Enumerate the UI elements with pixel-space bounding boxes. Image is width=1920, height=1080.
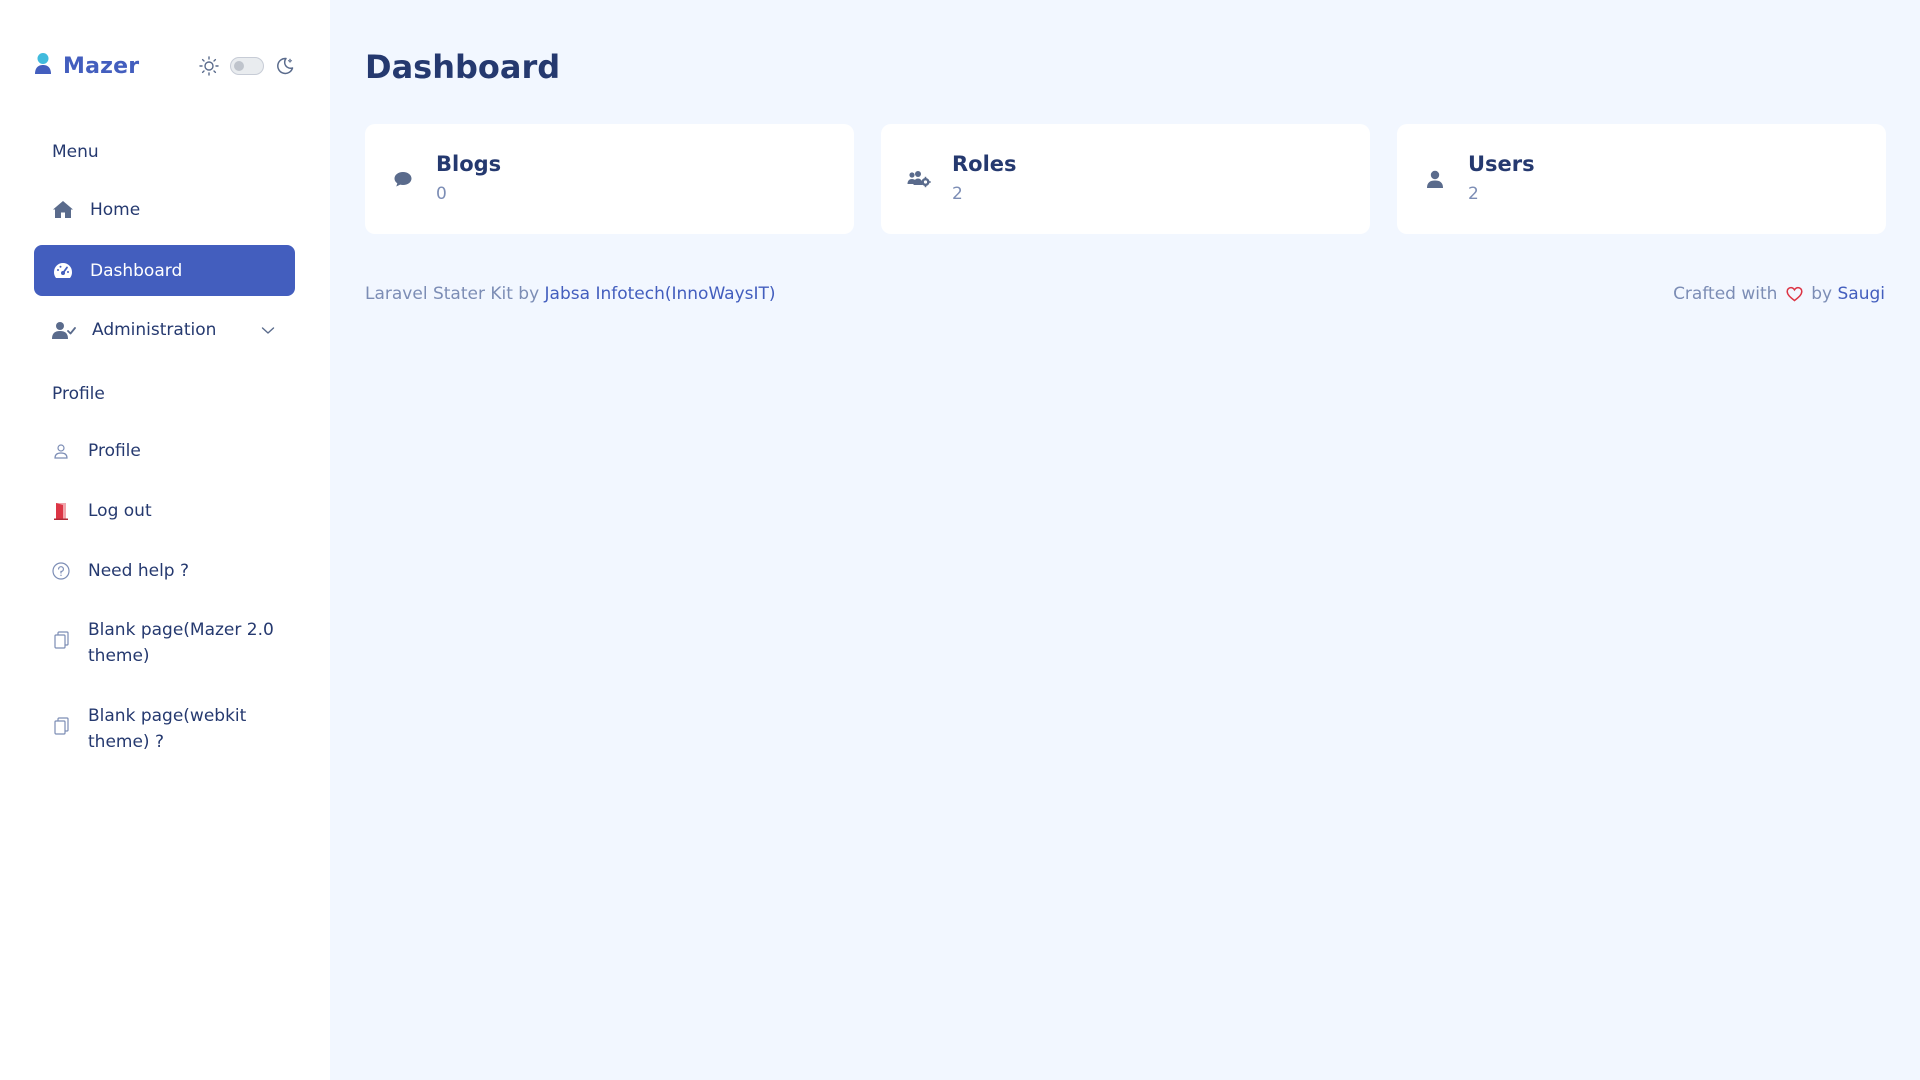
comment-icon bbox=[390, 166, 416, 192]
footer-crafted-text: Crafted with bbox=[1673, 284, 1778, 304]
user-check-icon bbox=[52, 319, 76, 341]
footer-credit-text: Laravel Stater Kit by bbox=[365, 284, 540, 304]
footer: Laravel Stater Kit by Jabsa Infotech(Inn… bbox=[365, 284, 1885, 307]
person-icon bbox=[52, 440, 70, 462]
stat-card-users: Users 2 bbox=[1397, 124, 1886, 234]
door-icon bbox=[52, 500, 70, 522]
sun-icon bbox=[198, 55, 220, 77]
sidebar-item-help[interactable]: Need help ? bbox=[34, 553, 295, 589]
chevron-down-icon[interactable] bbox=[261, 320, 275, 340]
footer-by-text: by bbox=[1811, 284, 1833, 304]
footer-company-link[interactable]: Jabsa Infotech(InnoWaysIT) bbox=[545, 284, 776, 304]
sidebar-item-blank-page-mazer[interactable]: Blank page(Mazer 2.0 theme) bbox=[34, 617, 274, 673]
sidebar-item-administration[interactable]: Administration bbox=[34, 312, 295, 348]
sidebar-item-label: Home bbox=[90, 200, 141, 220]
card-title: Roles bbox=[952, 152, 1017, 176]
sidebar-item-label: Profile bbox=[88, 441, 141, 461]
dark-mode-switch[interactable] bbox=[230, 57, 264, 75]
page-title: Dashboard bbox=[365, 48, 561, 86]
sidebar-item-profile[interactable]: Profile bbox=[34, 433, 295, 469]
speedometer-icon bbox=[52, 260, 74, 282]
question-circle-icon bbox=[52, 560, 70, 582]
card-value: 2 bbox=[952, 184, 963, 204]
user-icon bbox=[1422, 166, 1448, 192]
stat-card-roles: Roles 2 bbox=[881, 124, 1370, 234]
footer-author-link[interactable]: Saugi bbox=[1838, 284, 1886, 304]
main-content: Dashboard Blogs 0 Roles 2 Users 2 Larave… bbox=[330, 0, 1920, 1080]
brand-row: Mazer bbox=[34, 50, 296, 82]
theme-toggle bbox=[198, 55, 296, 77]
brand-name: Mazer bbox=[63, 53, 140, 79]
section-title-profile: Profile bbox=[52, 384, 105, 404]
home-icon bbox=[52, 199, 74, 221]
sidebar-item-label: Dashboard bbox=[90, 260, 183, 281]
sidebar-item-logout[interactable]: Log out bbox=[34, 493, 295, 529]
users-gear-icon bbox=[906, 166, 932, 192]
footer-left: Laravel Stater Kit by Jabsa Infotech(Inn… bbox=[365, 284, 776, 307]
stats-cards: Blogs 0 Roles 2 Users 2 bbox=[365, 124, 1886, 234]
sidebar-item-label: Administration bbox=[92, 320, 217, 340]
sidebar-item-label: Need help ? bbox=[88, 561, 190, 581]
logo-link[interactable]: Mazer bbox=[34, 52, 139, 80]
section-title-menu: Menu bbox=[52, 142, 99, 162]
footer-right: Crafted with by Saugi bbox=[1673, 284, 1885, 307]
copy-icon bbox=[52, 715, 70, 737]
stat-card-blogs: Blogs 0 bbox=[365, 124, 854, 234]
moon-icon bbox=[274, 55, 296, 77]
sidebar-item-home[interactable]: Home bbox=[34, 192, 295, 228]
sidebar-item-label: Blank page(Mazer 2.0 theme) bbox=[88, 620, 274, 666]
sidebar: Mazer Menu Home Dashboard Administration… bbox=[0, 0, 330, 1080]
sidebar-item-label: Blank page(webkit theme) ? bbox=[88, 706, 247, 752]
card-value: 0 bbox=[436, 184, 447, 204]
card-title: Blogs bbox=[436, 152, 502, 176]
sidebar-item-blank-page-webkit[interactable]: Blank page(webkit theme) ? bbox=[34, 703, 274, 759]
user-logo-icon bbox=[34, 52, 52, 80]
sidebar-item-dashboard[interactable]: Dashboard bbox=[34, 245, 295, 296]
copy-icon bbox=[52, 629, 70, 651]
sidebar-item-label: Log out bbox=[88, 501, 152, 521]
card-value: 2 bbox=[1468, 184, 1479, 204]
card-title: Users bbox=[1468, 152, 1535, 176]
heart-icon bbox=[1786, 286, 1803, 307]
